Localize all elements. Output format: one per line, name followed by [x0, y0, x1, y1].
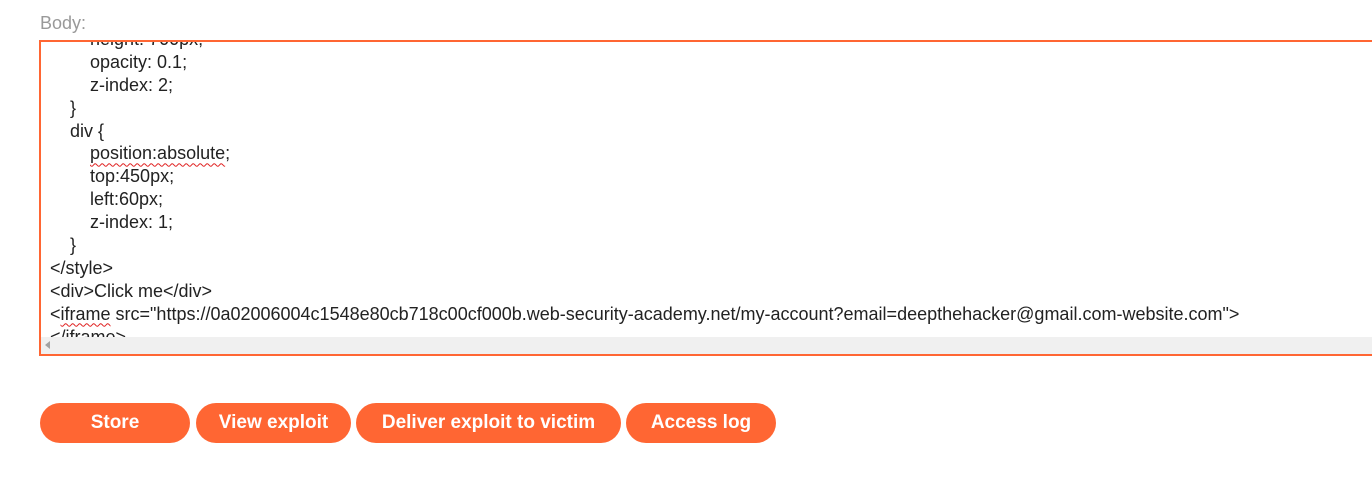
code-line: }	[50, 97, 77, 118]
code-line: z-index: 2;	[50, 74, 174, 95]
tag-open: <	[50, 303, 61, 324]
code-line: z-index: 1;	[50, 212, 174, 233]
code-line: }	[50, 235, 77, 256]
code-line: div {	[50, 120, 105, 141]
deliver-exploit-button[interactable]: Deliver exploit to victim	[356, 403, 621, 443]
line-rest: src="https://0a02006004c1548e80cb718c00c…	[110, 303, 1240, 324]
code-lines: height: 700px; opacity: 0.1; z-index: 2;…	[50, 42, 1239, 337]
code-line: left:60px;	[50, 189, 164, 210]
spellcheck-word: iframe	[60, 303, 111, 324]
view-exploit-button[interactable]: View exploit	[196, 403, 351, 443]
code-line: </iframe>	[50, 326, 127, 337]
code-line-position: position:absolute;	[50, 142, 1239, 165]
scroll-left-arrow-icon[interactable]	[45, 341, 50, 349]
code-line: </style>	[50, 257, 114, 278]
code-line: height: 700px;	[50, 42, 1239, 51]
body-textarea[interactable]: height: 700px; opacity: 0.1; z-index: 2;…	[39, 40, 1372, 356]
horizontal-scrollbar[interactable]	[41, 337, 1372, 354]
line-suffix: ;	[225, 143, 231, 164]
code-viewport[interactable]: height: 700px; opacity: 0.1; z-index: 2;…	[41, 42, 1372, 337]
store-button[interactable]: Store	[40, 403, 190, 443]
spellcheck-word: position:absolute	[90, 143, 226, 164]
access-log-button[interactable]: Access log	[626, 403, 776, 443]
code-line-iframe: <iframe src="https://0a02006004c1548e80c…	[50, 303, 1239, 326]
code-line: opacity: 0.1;	[50, 51, 188, 72]
code-line: <div>Click me</div>	[50, 280, 213, 301]
code-line: top:450px;	[50, 166, 175, 187]
body-field-label: Body:	[40, 13, 87, 33]
